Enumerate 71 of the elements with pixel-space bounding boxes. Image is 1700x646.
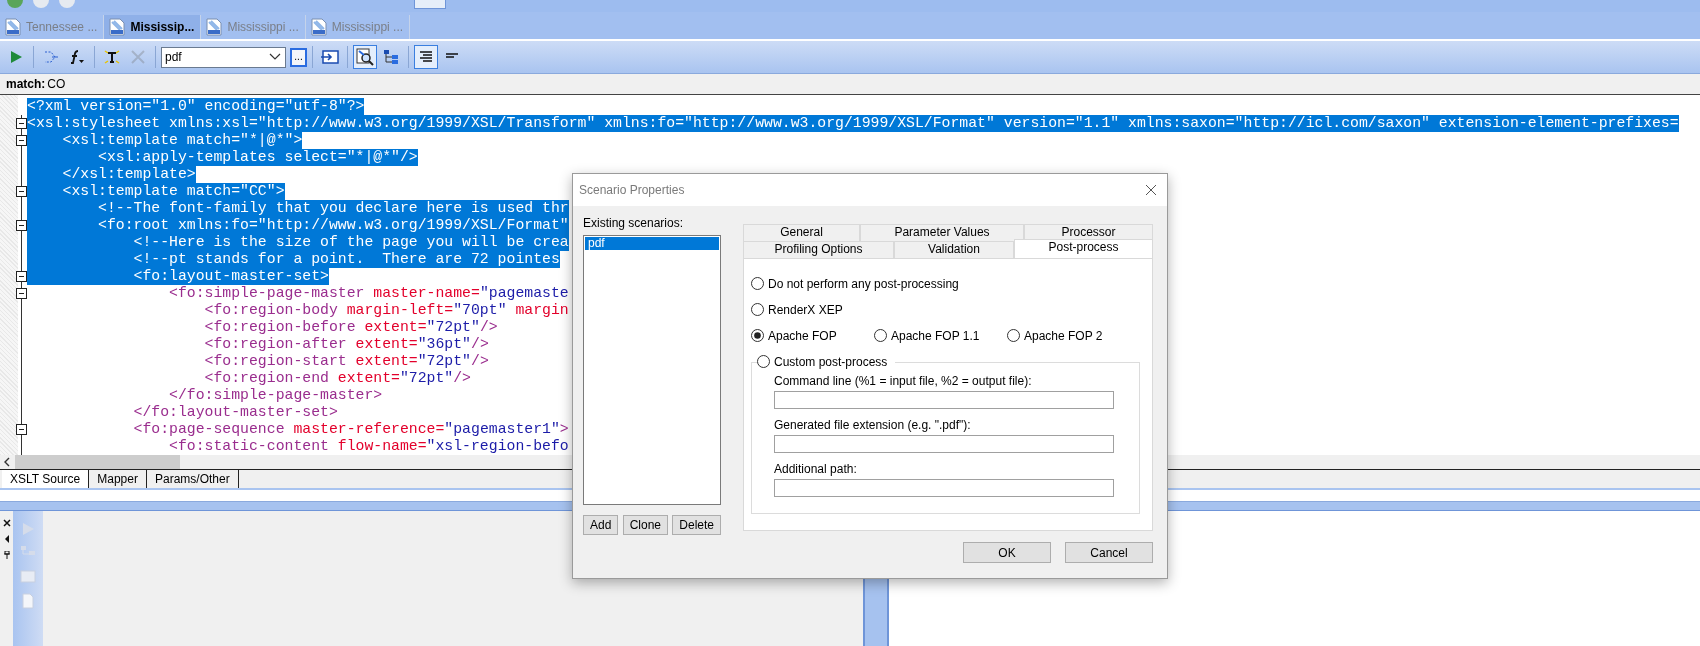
code-line: </fo:simple-page-master> (168, 387, 383, 404)
file-icon (5, 18, 21, 36)
align-right-icon (418, 50, 434, 64)
collapse-icon[interactable] (16, 424, 27, 435)
field-label: Additional path: (774, 461, 858, 477)
tree-icon (383, 49, 399, 65)
radio-option[interactable]: Apache FOP (751, 328, 874, 343)
scrollbar-thumb[interactable] (15, 455, 180, 469)
left-arrow-icon[interactable] (3, 535, 10, 543)
file-icon (310, 18, 327, 36)
scenario-item[interactable]: pdf (585, 237, 719, 250)
code-line: <fo:page-sequence master-reference="pagemaster1"> (132, 421, 569, 438)
radio-option[interactable]: Do not perform any post-processing (751, 276, 959, 291)
collapse-icon[interactable] (16, 220, 27, 231)
dialog-button[interactable]: OK (963, 542, 1051, 563)
document-tab[interactable]: Mississip... (104, 15, 202, 39)
match-label: match: (6, 77, 46, 91)
code-line: <fo:region-body margin-left="70pt" margin (203, 302, 569, 319)
radio-icon[interactable] (1007, 329, 1020, 342)
close-icon[interactable] (2, 519, 11, 527)
text-field[interactable] (774, 391, 1114, 409)
list-button[interactable]: Add (583, 515, 619, 535)
scroll-left-icon[interactable] (3, 457, 11, 467)
radio-option[interactable]: Apache FOP 2 (1007, 328, 1130, 343)
radio-icon[interactable] (751, 329, 764, 342)
code-line: <fo:static-content flow-name="xsl-region-befo (168, 438, 569, 455)
field-label: Command line (%1 = input file, %2 = output file): (774, 373, 1033, 389)
align-right-button[interactable] (414, 45, 438, 69)
dialog-tab[interactable]: Parameter Values (860, 224, 1024, 241)
list-button[interactable]: Delete (672, 515, 721, 535)
radio-icon[interactable] (751, 277, 764, 290)
pin-icon[interactable] (2, 551, 11, 559)
collapse-icon[interactable] (16, 186, 27, 197)
chevron-down-icon (269, 53, 281, 61)
code-line: <fo:simple-page-master master-name="pagemaste (168, 285, 569, 302)
close-icon[interactable] (1145, 184, 1157, 196)
file-icon (206, 18, 223, 36)
text-field[interactable] (774, 479, 1114, 497)
scenario-dropdown[interactable]: pdf (161, 46, 286, 68)
browse-button[interactable]: ... (290, 47, 307, 67)
text-field[interactable] (774, 435, 1114, 453)
scenarios-label: Existing scenarios: (583, 216, 685, 232)
editor-tab[interactable]: XSLT Source (2, 470, 90, 488)
code-line: <fo:region-end extent="72pt"/> (203, 370, 471, 387)
field-label: Generated file extension (e.g. ".pdf"): (774, 417, 972, 433)
code-line: <fo:region-before extent="72pt"/> (203, 319, 498, 336)
code-line: <fo:region-after extent="36pt"/> (203, 336, 489, 353)
radio-option[interactable]: Apache FOP 1.1 (874, 328, 1007, 343)
radio-option[interactable]: RenderX XEP (751, 302, 843, 317)
toolbar-button[interactable] (414, 0, 446, 9)
collapse-icon[interactable] (16, 271, 27, 282)
magnifier-icon (356, 48, 374, 66)
collapse-icon[interactable] (16, 135, 27, 146)
dialog-tab[interactable]: General (743, 224, 860, 241)
code-line: <fo:region-start extent="72pt"/> (203, 353, 489, 370)
collapse-icon[interactable] (16, 288, 27, 299)
dialog-tab[interactable]: Validation (894, 241, 1014, 258)
dialog-button[interactable]: Cancel (1065, 542, 1153, 563)
inspect-button[interactable] (353, 45, 377, 69)
match-value: CO (47, 77, 66, 91)
file-icon (109, 18, 126, 36)
dialog-title: Scenario Properties (579, 183, 685, 197)
code-line: </fo:layout-master-set> (132, 404, 338, 421)
radio-icon[interactable] (874, 329, 887, 342)
collapse-icon[interactable] (16, 118, 27, 129)
radio-icon[interactable] (751, 303, 764, 316)
radio-option[interactable]: Custom post-process (757, 354, 888, 369)
list-button[interactable]: Clone (622, 515, 668, 535)
radio-icon[interactable] (757, 355, 770, 368)
dialog-tab[interactable]: Post-process (1014, 239, 1153, 258)
dialog-tab[interactable]: Profiling Options (743, 241, 894, 258)
